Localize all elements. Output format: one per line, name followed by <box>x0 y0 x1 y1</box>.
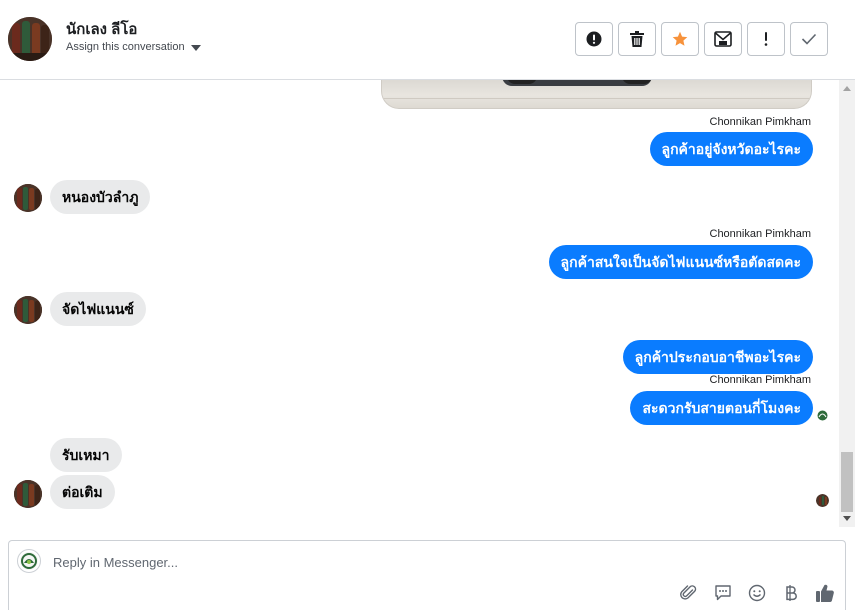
outgoing-message[interactable]: ลูกค้าประกอบอาชีพอะไรคะ <box>622 340 813 374</box>
sender-name: Chonnikan Pimkham <box>709 116 812 128</box>
incoming-message[interactable]: ต่อเติม <box>50 475 115 509</box>
chat-bubble-icon <box>715 585 731 601</box>
thread-scrollbar[interactable] <box>839 80 855 527</box>
check-icon <box>801 33 817 45</box>
star-button[interactable] <box>661 22 699 56</box>
contact-avatar-small <box>14 480 42 508</box>
emoji-button[interactable] <box>747 583 767 603</box>
conversation-header: นักเลง ลีโอ Assign this conversation <box>0 0 855 80</box>
reply-composer <box>8 540 846 610</box>
trash-icon <box>630 31 644 47</box>
mark-unread-button[interactable] <box>704 22 742 56</box>
incoming-message[interactable]: จัดไฟแนนซ์ <box>50 292 146 326</box>
star-icon <box>672 31 688 46</box>
reply-input[interactable] <box>53 551 653 573</box>
scroll-down-arrow-icon[interactable] <box>843 516 851 521</box>
composer-tools <box>679 583 835 603</box>
mark-important-button[interactable] <box>747 22 785 56</box>
mark-unread-icon <box>714 31 732 47</box>
saved-replies-button[interactable] <box>713 583 733 603</box>
exclamation-icon <box>764 32 768 46</box>
conversation-actions <box>575 22 828 56</box>
contact-avatar[interactable] <box>8 17 52 61</box>
mark-done-button[interactable] <box>790 22 828 56</box>
outgoing-message[interactable]: ลูกค้าอยู่จังหวัดอะไรคะ <box>649 132 813 166</box>
contact-avatar-small <box>14 296 42 324</box>
assign-label: Assign this conversation <box>66 41 185 53</box>
baht-icon <box>786 585 797 601</box>
message-thread: Chonnikan Pimkham ลูกค้าอยู่จังหวัดอะไรค… <box>0 80 839 527</box>
paperclip-icon <box>680 585 697 600</box>
scrollbar-thumb[interactable] <box>841 452 853 512</box>
like-button[interactable] <box>815 583 835 603</box>
assign-conversation-dropdown[interactable]: Assign this conversation <box>66 41 201 53</box>
contact-avatar-small <box>14 184 42 212</box>
contact-seen-avatar <box>816 494 829 507</box>
attach-button[interactable] <box>679 583 699 603</box>
incoming-message[interactable]: หนองบัวลำภู <box>50 180 151 214</box>
thumbs-up-icon <box>816 584 834 603</box>
page-seen-icon <box>816 409 829 422</box>
payment-button[interactable] <box>781 583 801 603</box>
scroll-up-arrow-icon[interactable] <box>843 86 851 91</box>
caret-down-icon <box>190 44 201 51</box>
alert-circle-icon <box>586 31 602 47</box>
delete-button[interactable] <box>618 22 656 56</box>
outgoing-message[interactable]: สะดวกรับสายตอนกี่โมงคะ <box>630 391 813 425</box>
page-avatar <box>17 549 41 573</box>
sender-name: Chonnikan Pimkham <box>709 374 812 386</box>
outgoing-message[interactable]: ลูกค้าสนใจเป็นจัดไฟแนนซ์หรือตัดสดคะ <box>548 245 813 279</box>
contact-name: นักเลง ลีโอ <box>66 21 138 38</box>
mark-spam-button[interactable] <box>575 22 613 56</box>
sender-name: Chonnikan Pimkham <box>709 228 812 240</box>
attached-photo[interactable] <box>381 80 812 109</box>
messenger-inbox: นักเลง ลีโอ Assign this conversation Cho… <box>0 0 855 610</box>
incoming-message[interactable]: รับเหมา <box>50 438 122 472</box>
smiley-icon <box>748 584 766 602</box>
